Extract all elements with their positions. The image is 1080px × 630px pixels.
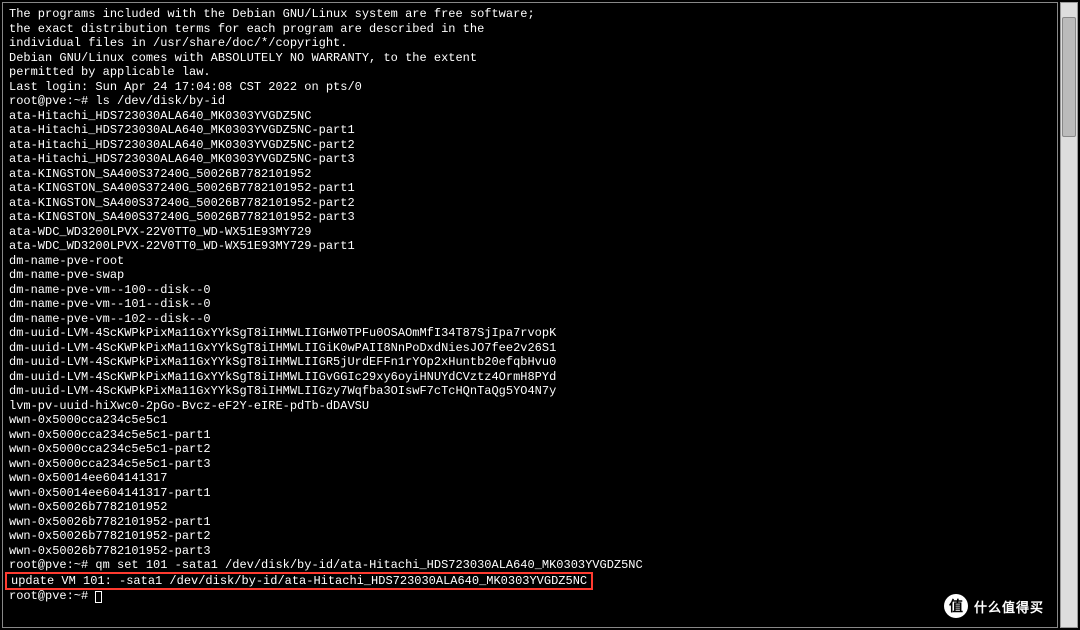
output-line: ata-WDC_WD3200LPVX-22V0TT0_WD-WX51E93MY7…: [9, 225, 1051, 240]
output-line: wwn-0x5000cca234c5e5c1-part2: [9, 442, 1051, 457]
output-line: dm-name-pve-swap: [9, 268, 1051, 283]
command-text: qm set 101 -sata1 /dev/disk/by-id/ata-Hi…: [95, 558, 642, 572]
motd-line: permitted by applicable law.: [9, 65, 1051, 80]
highlighted-output: update VM 101: -sata1 /dev/disk/by-id/at…: [9, 573, 1051, 590]
output-line: wwn-0x50026b7782101952-part1: [9, 515, 1051, 530]
output-line: wwn-0x5000cca234c5e5c1-part3: [9, 457, 1051, 472]
watermark: 值 什么值得买: [938, 590, 1050, 622]
prompt: root@pve:~#: [9, 589, 95, 603]
output-line: wwn-0x50026b7782101952-part2: [9, 529, 1051, 544]
cursor: [95, 591, 102, 603]
output-line: dm-name-pve-vm--102--disk--0: [9, 312, 1051, 327]
motd-line: the exact distribution terms for each pr…: [9, 22, 1051, 37]
output-line: dm-uuid-LVM-4ScKWPkPixMa11GxYYkSgT8iIHMW…: [9, 370, 1051, 385]
output-line: wwn-0x50014ee604141317-part1: [9, 486, 1051, 501]
output-line: dm-name-pve-vm--101--disk--0: [9, 297, 1051, 312]
output-line: wwn-0x50026b7782101952: [9, 500, 1051, 515]
output-line: dm-uuid-LVM-4ScKWPkPixMa11GxYYkSgT8iIHMW…: [9, 341, 1051, 356]
output-line: ata-Hitachi_HDS723030ALA640_MK0303YVGDZ5…: [9, 138, 1051, 153]
command-line[interactable]: root@pve:~#: [9, 589, 1051, 604]
scrollbar-track[interactable]: [1060, 2, 1078, 628]
terminal-window[interactable]: The programs included with the Debian GN…: [2, 2, 1058, 628]
output-line: dm-uuid-LVM-4ScKWPkPixMa11GxYYkSgT8iIHMW…: [9, 326, 1051, 341]
output-line: dm-uuid-LVM-4ScKWPkPixMa11GxYYkSgT8iIHMW…: [9, 384, 1051, 399]
motd-line: The programs included with the Debian GN…: [9, 7, 1051, 22]
last-login: Last login: Sun Apr 24 17:04:08 CST 2022…: [9, 80, 1051, 95]
output-line: ata-KINGSTON_SA400S37240G_50026B77821019…: [9, 210, 1051, 225]
output-line: lvm-pv-uuid-hiXwc0-2pGo-Bvcz-eF2Y-eIRE-p…: [9, 399, 1051, 414]
motd-line: Debian GNU/Linux comes with ABSOLUTELY N…: [9, 51, 1051, 66]
output-line: ata-Hitachi_HDS723030ALA640_MK0303YVGDZ5…: [9, 109, 1051, 124]
command-line: root@pve:~# qm set 101 -sata1 /dev/disk/…: [9, 558, 1051, 573]
output-line: dm-uuid-LVM-4ScKWPkPixMa11GxYYkSgT8iIHMW…: [9, 355, 1051, 370]
output-line: wwn-0x5000cca234c5e5c1-part1: [9, 428, 1051, 443]
output-line: ata-Hitachi_HDS723030ALA640_MK0303YVGDZ5…: [9, 152, 1051, 167]
output-line: wwn-0x50026b7782101952-part3: [9, 544, 1051, 559]
output-line: dm-name-pve-vm--100--disk--0: [9, 283, 1051, 298]
output-line: ata-KINGSTON_SA400S37240G_50026B77821019…: [9, 181, 1051, 196]
output-line: ata-KINGSTON_SA400S37240G_50026B77821019…: [9, 196, 1051, 211]
command-line: root@pve:~# ls /dev/disk/by-id: [9, 94, 1051, 109]
watermark-text: 什么值得买: [974, 597, 1044, 616]
command-text: ls /dev/disk/by-id: [95, 94, 225, 108]
prompt: root@pve:~#: [9, 94, 95, 108]
output-line: ata-KINGSTON_SA400S37240G_50026B77821019…: [9, 167, 1051, 182]
prompt: root@pve:~#: [9, 558, 95, 572]
scrollbar-thumb[interactable]: [1062, 17, 1076, 137]
output-line: ata-Hitachi_HDS723030ALA640_MK0303YVGDZ5…: [9, 123, 1051, 138]
highlight-box: update VM 101: -sata1 /dev/disk/by-id/at…: [5, 572, 593, 591]
output-line: ata-WDC_WD3200LPVX-22V0TT0_WD-WX51E93MY7…: [9, 239, 1051, 254]
output-line: wwn-0x5000cca234c5e5c1: [9, 413, 1051, 428]
motd-line: individual files in /usr/share/doc/*/cop…: [9, 36, 1051, 51]
output-line: wwn-0x50014ee604141317: [9, 471, 1051, 486]
watermark-icon: 值: [944, 594, 968, 618]
output-line: dm-name-pve-root: [9, 254, 1051, 269]
